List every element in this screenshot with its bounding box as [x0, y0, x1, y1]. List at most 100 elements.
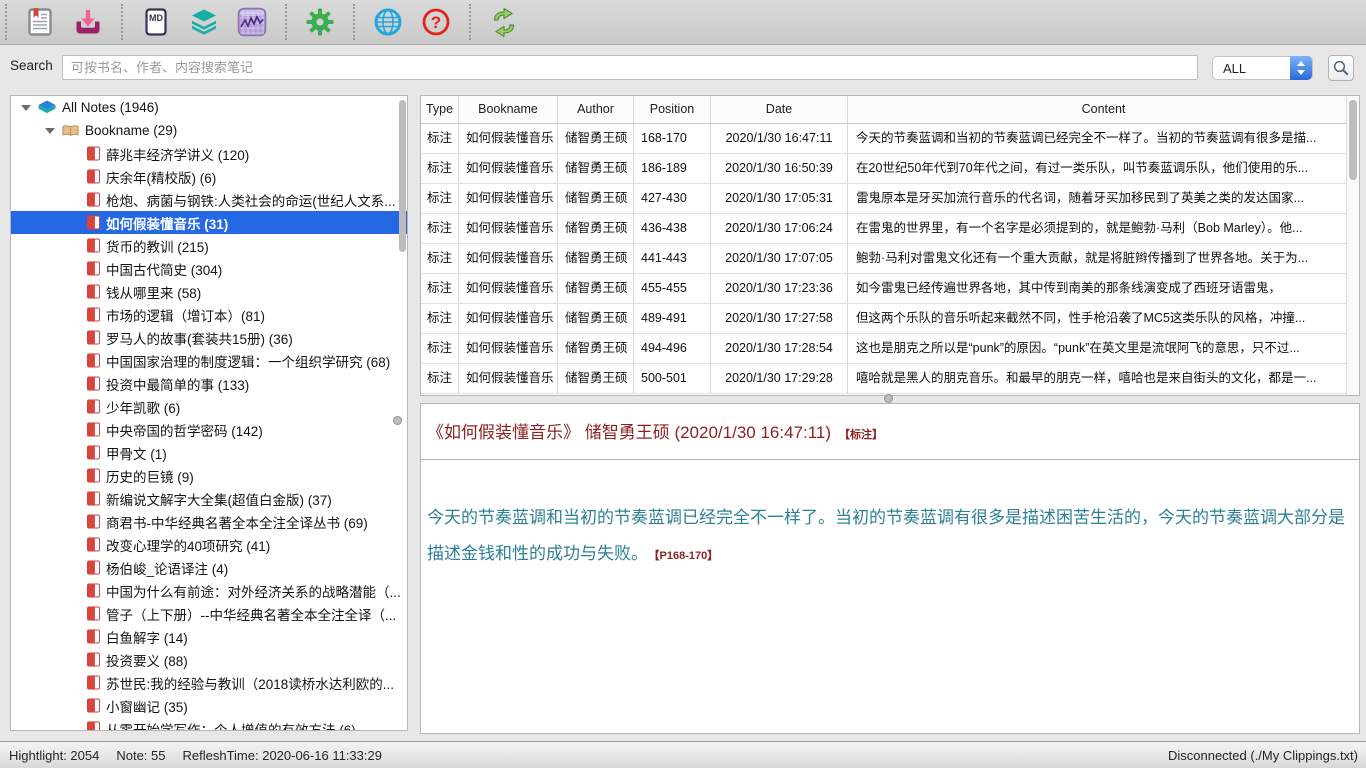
- table-header: Type Bookname Author Position Date Conte…: [421, 96, 1359, 124]
- column-header-type[interactable]: Type: [421, 96, 459, 123]
- sidebar-item-book[interactable]: 白鱼解字 (14): [11, 625, 407, 648]
- search-button[interactable]: [1328, 55, 1354, 81]
- table-cell-bookname: 如何假装懂音乐: [459, 304, 558, 333]
- sidebar-item-book[interactable]: 庆余年(精校版) (6): [11, 165, 407, 188]
- table-cell-type: 标注: [421, 244, 459, 273]
- sidebar-item-book[interactable]: 中国古代简史 (304): [11, 257, 407, 280]
- sidebar-item-book[interactable]: 新编说文解字大全集(超值白金版) (37): [11, 487, 407, 510]
- sidebar-item-book[interactable]: 杨伯峻_论语译注 (4): [11, 556, 407, 579]
- table-cell-date: 2020/1/30 17:07:05: [711, 244, 848, 273]
- sidebar-item-book[interactable]: 钱从哪里来 (58): [11, 280, 407, 303]
- table-row[interactable]: 标注如何假装懂音乐储智勇王硕455-4552020/1/30 17:23:36如…: [421, 274, 1359, 304]
- table-cell-bookname: 如何假装懂音乐: [459, 334, 558, 363]
- disclosure-triangle-icon[interactable]: [21, 105, 31, 111]
- sidebar-item-book[interactable]: 从零开始学写作：个人增值的有效方法 (6): [11, 717, 407, 731]
- table-row[interactable]: 标注如何假装懂音乐储智勇王硕436-4382020/1/30 17:06:24在…: [421, 214, 1359, 244]
- table-cell-type: 标注: [421, 154, 459, 183]
- sidebar-item-book[interactable]: 枪炮、病菌与钢铁:人类社会的命运(世纪人文系...: [11, 188, 407, 211]
- statistics-icon: [237, 7, 267, 37]
- tree-item-label: 庆余年(精校版) (6): [106, 167, 216, 187]
- sidebar-item-book[interactable]: 少年凯歌 (6): [11, 395, 407, 418]
- layers-button[interactable]: [186, 4, 222, 40]
- settings-gear-button[interactable]: [302, 4, 338, 40]
- open-book-icon: [62, 124, 79, 138]
- dropdown-stepper-icon[interactable]: [1290, 56, 1312, 80]
- sidebar-item-bookname-group[interactable]: Bookname (29): [11, 119, 407, 142]
- markdown-export-icon: MD: [141, 7, 171, 37]
- sidebar-item-book[interactable]: 中国国家治理的制度逻辑：一个组织学研究 (68): [11, 349, 407, 372]
- chevron-down-icon: [1297, 70, 1305, 75]
- red-book-icon: [87, 169, 100, 184]
- horizontal-splitter-handle[interactable]: [884, 394, 893, 403]
- table-cell-content: 在雷鬼的世界里，有一个名字是必须提到的，就是鲍勃·马利（Bob Marley）。…: [848, 214, 1359, 243]
- table-cell-author: 储智勇王硕: [558, 334, 634, 363]
- markdown-export-button[interactable]: MD: [138, 4, 174, 40]
- sidebar-item-book[interactable]: 中央帝国的哲学密码 (142): [11, 418, 407, 441]
- tree-item-label: Bookname (29): [85, 123, 177, 138]
- sidebar-item-book[interactable]: 商君书-中华经典名著全本全注全译丛书 (69): [11, 510, 407, 533]
- table-row[interactable]: 标注如何假装懂音乐储智勇王硕489-4912020/1/30 17:27:58但…: [421, 304, 1359, 334]
- table-row[interactable]: 标注如何假装懂音乐储智勇王硕441-4432020/1/30 17:07:05鲍…: [421, 244, 1359, 274]
- settings-gear-icon: [305, 7, 335, 37]
- filter-dropdown[interactable]: ALL: [1212, 56, 1313, 80]
- column-header-author[interactable]: Author: [558, 96, 634, 123]
- statistics-button[interactable]: [234, 4, 270, 40]
- table-cell-author: 储智勇王硕: [558, 364, 634, 393]
- sidebar-item-book[interactable]: 管子（上下册）--中华经典名著全本全注全译（...: [11, 602, 407, 625]
- sidebar-item-book[interactable]: 投资要义 (88): [11, 648, 407, 671]
- table-row[interactable]: 标注如何假装懂音乐储智勇王硕186-1892020/1/30 16:50:39在…: [421, 154, 1359, 184]
- refresh-button[interactable]: [486, 4, 522, 40]
- red-book-icon: [87, 560, 100, 575]
- tree-item-label: 中国古代简史 (304): [106, 259, 222, 279]
- disclosure-triangle-icon[interactable]: [45, 128, 55, 134]
- sidebar-item-book[interactable]: 小窗幽记 (35): [11, 694, 407, 717]
- search-input[interactable]: [62, 55, 1198, 80]
- table-cell-type: 标注: [421, 124, 459, 153]
- sidebar-item-book[interactable]: 薛兆丰经济学讲义 (120): [11, 142, 407, 165]
- sidebar-item-book[interactable]: 罗马人的故事(套装共15册) (36): [11, 326, 407, 349]
- table-cell-position: 436-438: [634, 214, 711, 243]
- sidebar-item-book[interactable]: 甲骨文 (1): [11, 441, 407, 464]
- table-row[interactable]: 标注如何假装懂音乐储智勇王硕427-4302020/1/30 17:05:31雷…: [421, 184, 1359, 214]
- table-cell-author: 储智勇王硕: [558, 304, 634, 333]
- red-book-icon: [87, 675, 100, 690]
- sidebar-item-book[interactable]: 投资中最简单的事 (133): [11, 372, 407, 395]
- red-book-icon: [87, 353, 100, 368]
- notes-document-button[interactable]: [22, 4, 58, 40]
- table-scrollbar-thumb[interactable]: [1349, 100, 1357, 180]
- table-cell-author: 储智勇王硕: [558, 274, 634, 303]
- sidebar-scrollbar[interactable]: [399, 100, 406, 252]
- vertical-splitter-handle[interactable]: [393, 416, 402, 425]
- tree-item-label: 如何假装懂音乐 (31): [106, 213, 228, 233]
- sidebar-item-book[interactable]: 市场的逻辑（增订本）(81): [11, 303, 407, 326]
- table-cell-author: 储智勇王硕: [558, 214, 634, 243]
- tree-item-label: 中央帝国的哲学密码 (142): [106, 420, 263, 440]
- column-header-position[interactable]: Position: [634, 96, 711, 123]
- red-book-icon: [87, 307, 100, 322]
- sidebar-item-book[interactable]: 历史的巨镜 (9): [11, 464, 407, 487]
- tree-item-label: 历史的巨镜 (9): [106, 466, 194, 486]
- red-book-icon: [87, 698, 100, 713]
- import-clippings-button[interactable]: [70, 4, 106, 40]
- table-row[interactable]: 标注如何假装懂音乐储智勇王硕494-4962020/1/30 17:28:54这…: [421, 334, 1359, 364]
- table-row[interactable]: 标注如何假装懂音乐储智勇王硕500-5012020/1/30 17:29:28嘻…: [421, 364, 1359, 394]
- table-row[interactable]: 标注如何假装懂音乐储智勇王硕168-1702020/1/30 16:47:11今…: [421, 124, 1359, 154]
- sidebar-item-book[interactable]: 如何假装懂音乐 (31): [11, 211, 407, 234]
- tree-item-label: 甲骨文 (1): [106, 443, 167, 463]
- column-header-date[interactable]: Date: [711, 96, 848, 123]
- sidebar-item-all-notes[interactable]: All Notes (1946): [11, 96, 407, 119]
- sidebar-item-book[interactable]: 改变心理学的40项研究 (41): [11, 533, 407, 556]
- sidebar-item-book[interactable]: 货币的教训 (215): [11, 234, 407, 257]
- sidebar-item-book[interactable]: 中国为什么有前途：对外经济关系的战略潜能（...: [11, 579, 407, 602]
- chevron-up-icon: [1297, 61, 1305, 66]
- sidebar-item-book[interactable]: 苏世民:我的经验与教训（2018读桥水达利欧的...: [11, 671, 407, 694]
- svg-text:MD: MD: [149, 13, 163, 23]
- column-header-content[interactable]: Content: [848, 96, 1359, 123]
- table-scrollbar-track[interactable]: [1346, 96, 1359, 395]
- refresh-icon: [489, 7, 519, 37]
- notes-table: Type Bookname Author Position Date Conte…: [420, 95, 1360, 396]
- globe-button[interactable]: [370, 4, 406, 40]
- tree-item-label: 薛兆丰经济学讲义 (120): [106, 144, 249, 164]
- help-button[interactable]: ?: [418, 4, 454, 40]
- column-header-bookname[interactable]: Bookname: [459, 96, 558, 123]
